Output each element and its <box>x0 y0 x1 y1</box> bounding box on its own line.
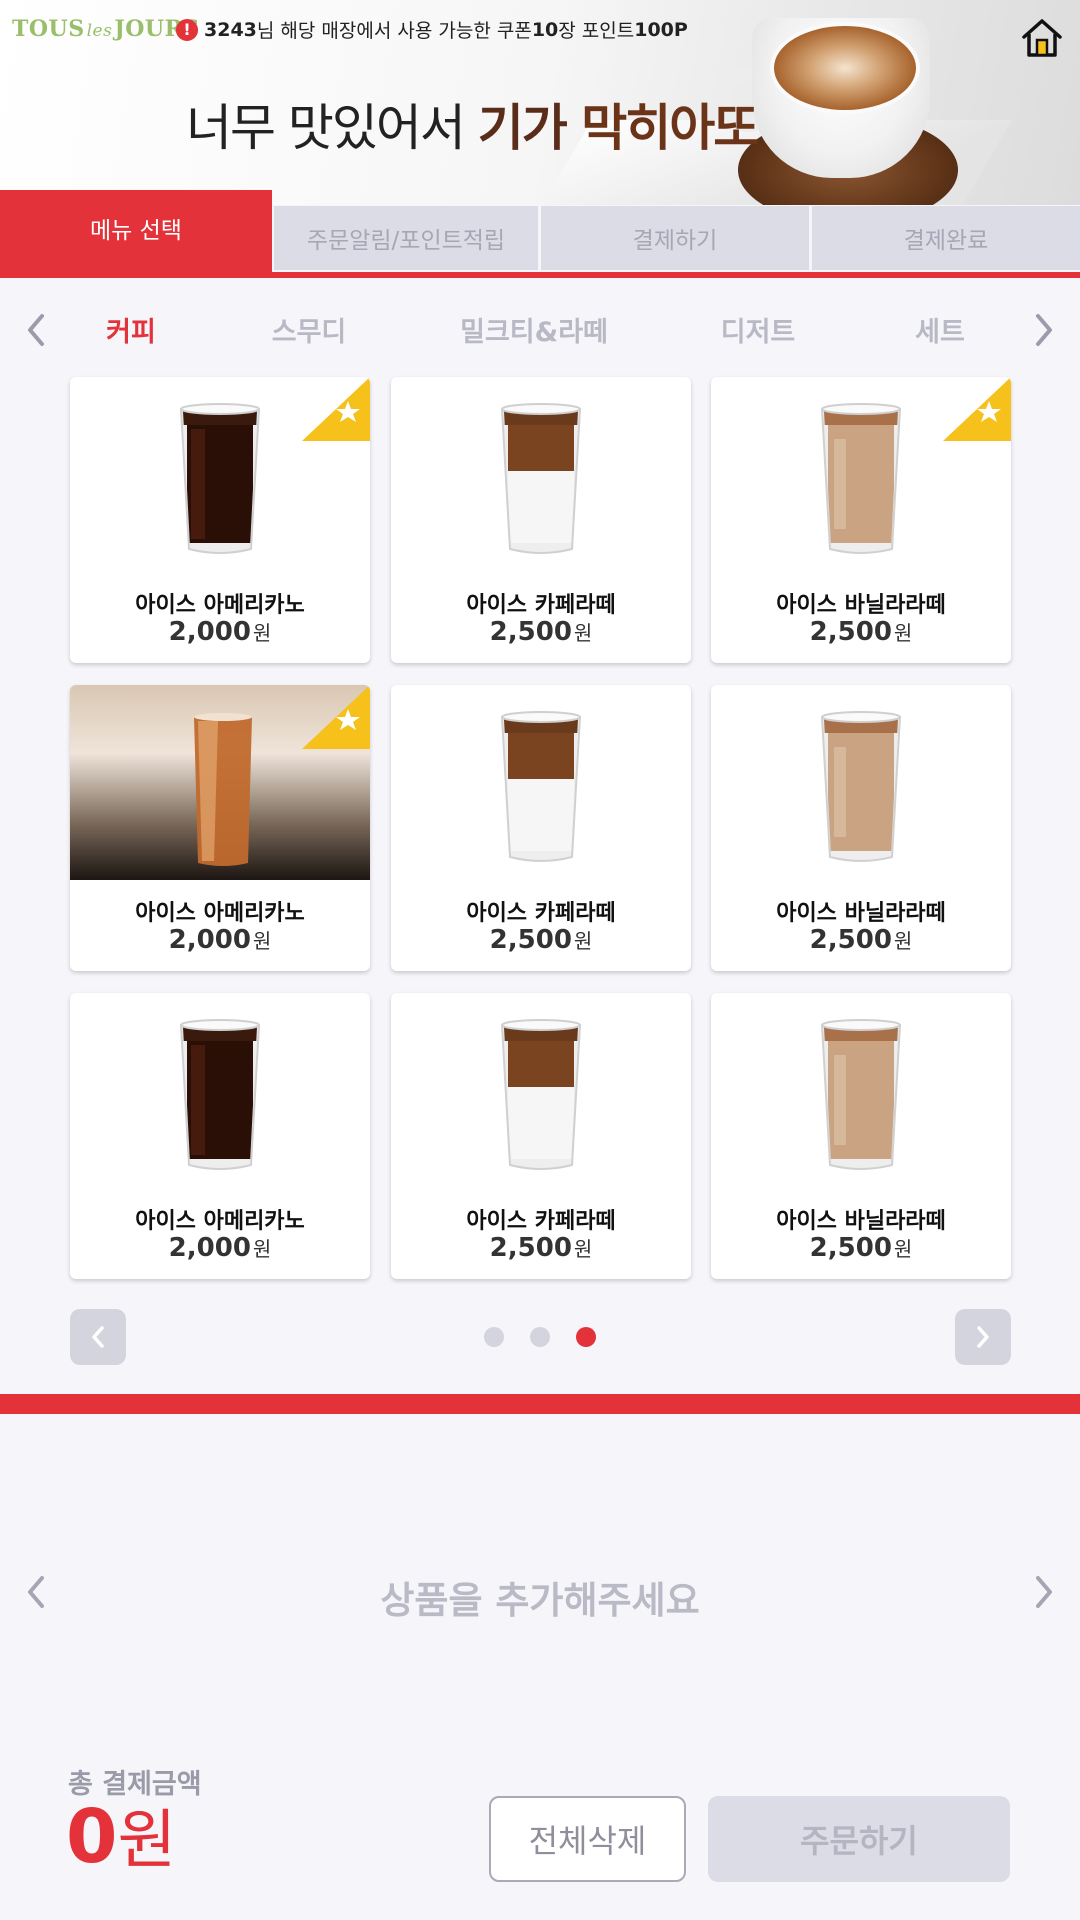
banner-slogan: 너무 맛있어서 기가 막히아또 <box>186 99 759 157</box>
page-prev-button[interactable] <box>70 1309 126 1365</box>
page-dot[interactable] <box>530 1327 550 1347</box>
product-image <box>711 685 1011 880</box>
total-amount: 0원 <box>66 1794 177 1880</box>
product-price: 2,000 원 <box>168 925 272 955</box>
order-steps: 메뉴 선택 주문알림/포인트적립 결제하기 결제완료 <box>0 190 1080 278</box>
chevron-right-icon <box>977 1326 989 1348</box>
drink-glass-illustration <box>175 1015 265 1179</box>
home-button[interactable] <box>1018 16 1066 60</box>
product-card[interactable]: 아이스 아메리카노 2,000 원 <box>70 685 370 971</box>
page-dot[interactable] <box>484 1327 504 1347</box>
product-price: 2,000 원 <box>168 617 272 647</box>
category-coffee[interactable]: 커피 <box>106 310 156 349</box>
brand-logo: TOUS lesJOURS <box>12 16 200 42</box>
favorite-star-icon <box>943 377 1011 445</box>
clear-all-button[interactable]: 전체삭제 <box>489 1796 686 1882</box>
step-payment[interactable]: 결제하기 <box>541 206 809 270</box>
product-name: 아이스 아메리카노 <box>135 1209 305 1234</box>
product-price: 2,500 원 <box>809 925 913 955</box>
product-price: 2,500 원 <box>489 925 593 955</box>
drink-glass-illustration <box>816 1015 906 1179</box>
order-button[interactable]: 주문하기 <box>708 1796 1010 1882</box>
product-name: 아이스 바닐라라떼 <box>776 901 946 926</box>
drink-glass-illustration <box>175 399 265 563</box>
category-prev-button[interactable] <box>16 300 56 360</box>
product-price: 2,500 원 <box>809 617 913 647</box>
product-name: 아이스 카페라떼 <box>466 593 616 618</box>
step-underline <box>0 272 1080 278</box>
category-set[interactable]: 세트 <box>915 310 965 349</box>
product-name: 아이스 아메리카노 <box>135 901 305 926</box>
user-id: 3243 <box>204 18 257 41</box>
header-banner: TOUS lesJOURS ! 3243 님 해당 매장에서 사용 가능한 쿠폰 … <box>0 0 1080 205</box>
cart-empty-message: 상품을 추가해주세요 <box>380 1579 700 1622</box>
category-milktea-latte[interactable]: 밀크티&라떼 <box>460 310 608 349</box>
chevron-right-icon <box>1036 314 1052 346</box>
banner-latte-art <box>770 22 920 114</box>
product-image <box>70 993 370 1188</box>
product-card[interactable]: 아이스 바닐라라떼 2,500 원 <box>711 685 1011 971</box>
product-price: 2,500 원 <box>809 1233 913 1263</box>
point-balance: 100P <box>634 18 688 41</box>
product-card[interactable]: 아이스 바닐라라떼 2,500 원 <box>711 993 1011 1279</box>
category-bar: 커피 스무디 밀크티&라떼 디저트 세트 <box>0 300 1080 360</box>
product-card[interactable]: 아이스 바닐라라떼 2,500 원 <box>711 377 1011 663</box>
favorite-star-icon <box>302 685 370 753</box>
alert-icon: ! <box>176 18 198 41</box>
product-card[interactable]: 아이스 카페라떼 2,500 원 <box>391 993 691 1279</box>
category-next-button[interactable] <box>1024 300 1064 360</box>
home-icon <box>1022 19 1062 57</box>
category-smoothie[interactable]: 스무디 <box>272 310 347 349</box>
product-name: 아이스 카페라떼 <box>466 901 616 926</box>
chevron-left-icon <box>28 314 44 346</box>
product-image <box>391 377 691 572</box>
drink-glass-illustration <box>496 707 586 871</box>
product-image <box>391 685 691 880</box>
page-next-button[interactable] <box>955 1309 1011 1365</box>
product-card[interactable]: 아이스 카페라떼 2,500 원 <box>391 377 691 663</box>
cart-next-button[interactable] <box>1024 1562 1064 1622</box>
coupon-notice: ! 3243 님 해당 매장에서 사용 가능한 쿠폰 10 장 포인트 100P <box>176 16 688 43</box>
drink-glass-illustration <box>496 399 586 563</box>
drink-glass-illustration <box>816 707 906 871</box>
product-card[interactable]: 아이스 아메리카노 2,000 원 <box>70 377 370 663</box>
product-price: 2,000 원 <box>168 1233 272 1263</box>
drink-glass-illustration <box>816 399 906 563</box>
product-card[interactable]: 아이스 카페라떼 2,500 원 <box>391 685 691 971</box>
step-order-notify[interactable]: 주문알림/포인트적립 <box>274 206 538 270</box>
product-name: 아이스 바닐라라떼 <box>776 1209 946 1234</box>
drink-glass-illustration <box>496 1015 586 1179</box>
product-price: 2,500 원 <box>489 617 593 647</box>
product-card[interactable]: 아이스 아메리카노 2,000 원 <box>70 993 370 1279</box>
page-dot[interactable] <box>576 1327 596 1347</box>
step-complete[interactable]: 결제완료 <box>812 206 1080 270</box>
section-divider <box>0 1394 1080 1414</box>
product-image <box>711 993 1011 1188</box>
favorite-star-icon <box>302 377 370 445</box>
step-menu-select[interactable]: 메뉴 선택 <box>0 190 272 278</box>
product-image <box>391 993 691 1188</box>
category-dessert[interactable]: 디저트 <box>721 310 796 349</box>
product-name: 아이스 카페라떼 <box>466 1209 616 1234</box>
product-name: 아이스 아메리카노 <box>135 593 305 618</box>
chevron-left-icon <box>92 1326 104 1348</box>
chevron-right-icon <box>1036 1576 1052 1608</box>
product-price: 2,500 원 <box>489 1233 593 1263</box>
product-name: 아이스 바닐라라떼 <box>776 593 946 618</box>
coupon-count: 10 <box>531 18 559 41</box>
